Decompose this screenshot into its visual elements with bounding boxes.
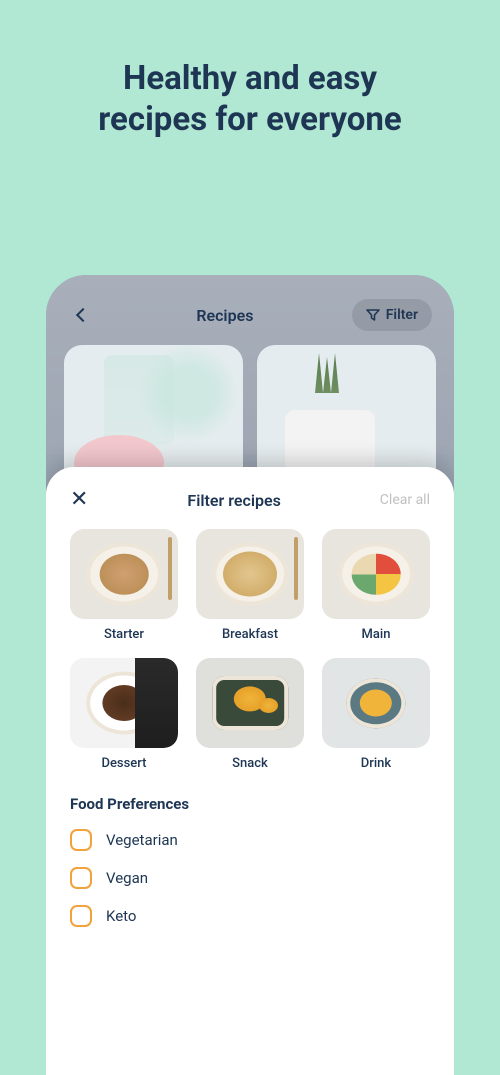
category-image <box>70 529 178 619</box>
category-label: Dessert <box>101 756 146 771</box>
hero-line2: recipes for everyone <box>98 100 401 139</box>
chevron-left-icon <box>76 308 90 322</box>
category-label: Snack <box>232 756 268 771</box>
category-label: Breakfast <box>222 627 278 642</box>
filter-sheet: ✕ Filter recipes Clear all Starter Break… <box>46 467 454 1075</box>
category-label: Starter <box>104 627 144 642</box>
pref-row-keto[interactable]: Keto <box>70 905 430 927</box>
category-image <box>196 529 304 619</box>
hero-title: Healthy and easy recipes for everyone <box>0 58 500 141</box>
back-button[interactable] <box>68 300 98 330</box>
category-image <box>322 529 430 619</box>
category-grid: Starter Breakfast Main Dessert Snack Dri… <box>70 529 430 771</box>
pref-label: Vegetarian <box>106 831 178 849</box>
food-preferences-heading: Food Preferences <box>70 795 430 813</box>
category-snack[interactable]: Snack <box>196 658 304 771</box>
pref-label: Vegan <box>106 869 148 887</box>
category-breakfast[interactable]: Breakfast <box>196 529 304 642</box>
category-drink[interactable]: Drink <box>322 658 430 771</box>
phone-frame: Recipes Filter ✕ Filter recipes Clear al… <box>46 275 454 1075</box>
category-label: Drink <box>361 756 391 771</box>
app-header: Recipes Filter <box>46 275 454 455</box>
category-image <box>70 658 178 748</box>
pref-row-vegetarian[interactable]: Vegetarian <box>70 829 430 851</box>
category-image <box>322 658 430 748</box>
category-image <box>196 658 304 748</box>
category-starter[interactable]: Starter <box>70 529 178 642</box>
checkbox-icon <box>70 905 92 927</box>
filter-icon <box>366 309 380 321</box>
hero-line1: Healthy and easy <box>123 59 377 98</box>
pref-row-vegan[interactable]: Vegan <box>70 867 430 889</box>
category-main[interactable]: Main <box>322 529 430 642</box>
close-icon: ✕ <box>70 487 88 512</box>
pref-label: Keto <box>106 907 137 925</box>
category-label: Main <box>362 627 391 642</box>
sheet-title: Filter recipes <box>187 491 280 510</box>
filter-button[interactable]: Filter <box>352 299 432 331</box>
checkbox-icon <box>70 867 92 889</box>
clear-all-button[interactable]: Clear all <box>380 492 430 508</box>
category-dessert[interactable]: Dessert <box>70 658 178 771</box>
page-title: Recipes <box>196 306 253 325</box>
filter-button-label: Filter <box>386 307 418 323</box>
close-button[interactable]: ✕ <box>70 489 88 511</box>
checkbox-icon <box>70 829 92 851</box>
